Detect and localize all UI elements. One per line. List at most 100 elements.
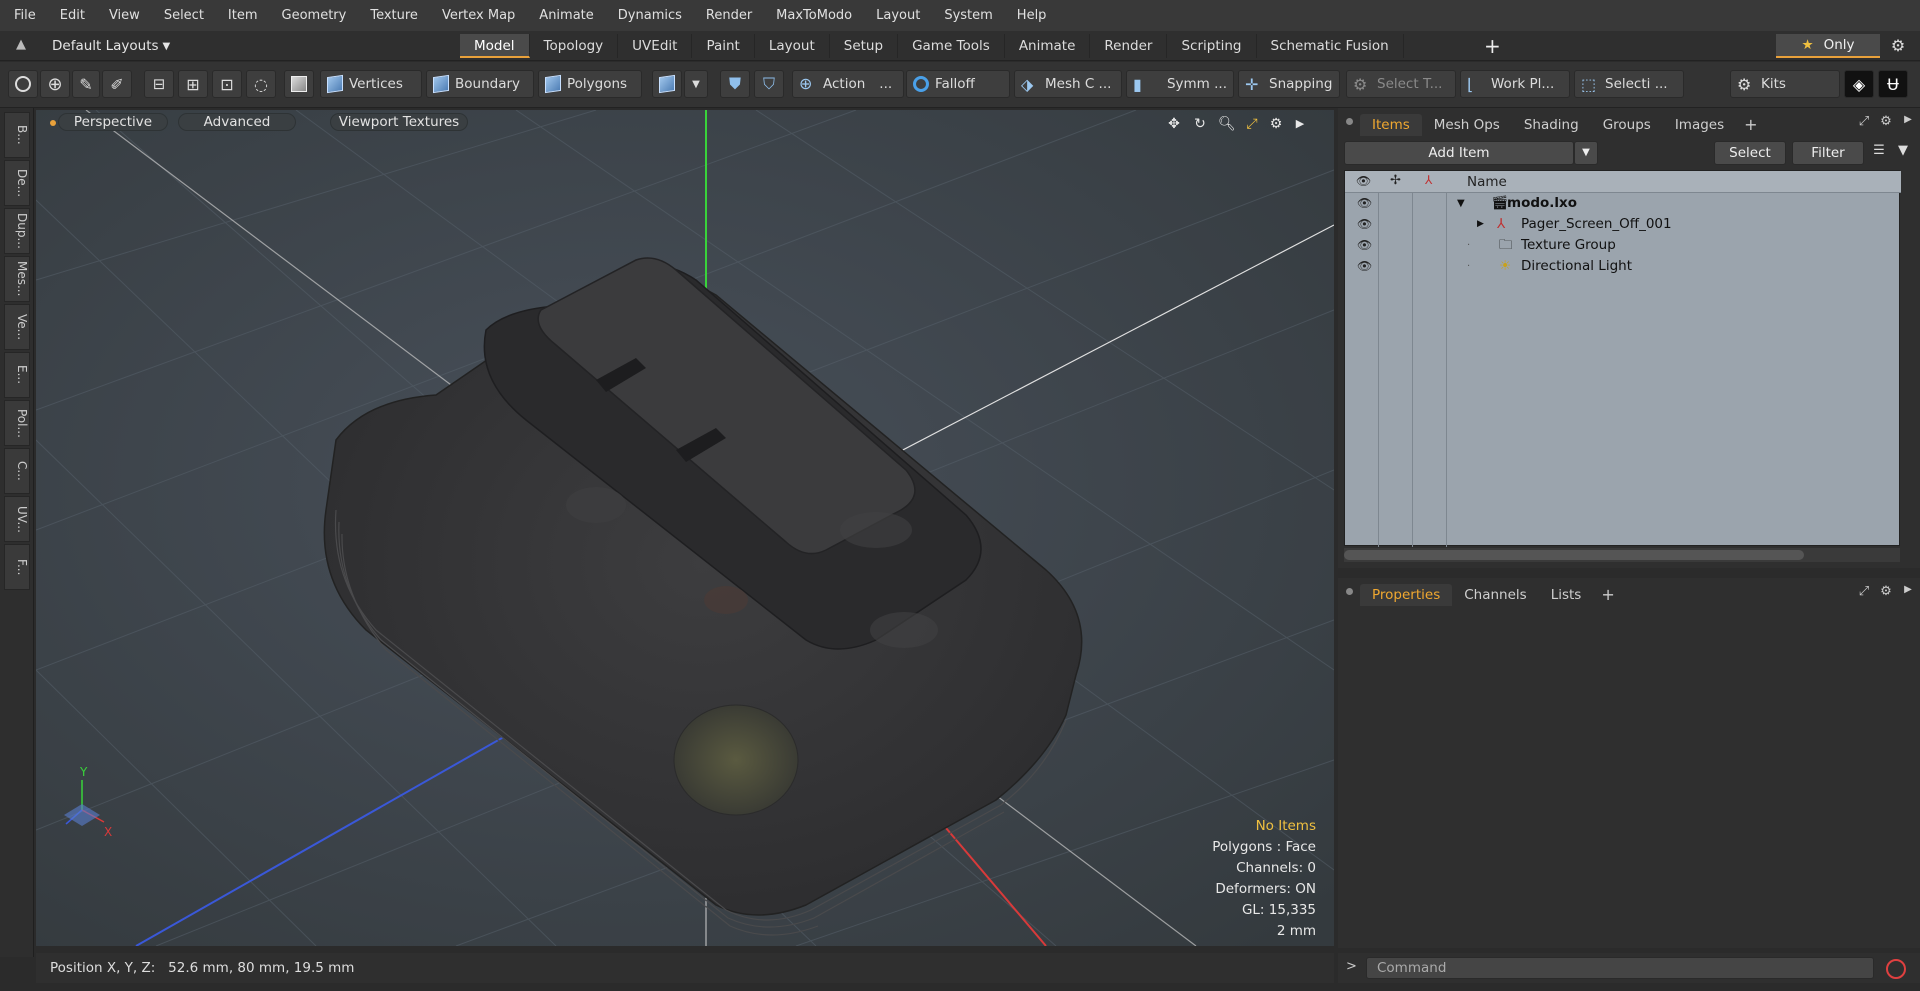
- command-input[interactable]: Command: [1366, 957, 1874, 979]
- brush-tool-button[interactable]: ✐: [102, 70, 132, 98]
- frame-tool-button[interactable]: ⊡: [212, 70, 242, 98]
- tree-row-mesh[interactable]: 👁︎ ▶ ⅄ Pager_Screen_Off_001: [1345, 214, 1901, 235]
- work-plane-button[interactable]: ⌊ Work Pl...: [1460, 70, 1570, 98]
- add-panel-tab-icon[interactable]: +: [1736, 114, 1765, 136]
- globe-button[interactable]: ⊕: [40, 70, 70, 98]
- rotate-view-icon[interactable]: ↻: [1192, 116, 1208, 132]
- filter-button[interactable]: Filter: [1792, 141, 1864, 165]
- mesh-constraint-button[interactable]: ⬗ Mesh C ...: [1014, 70, 1122, 98]
- left-tab-basic[interactable]: B...: [4, 112, 30, 158]
- menu-vertex-map[interactable]: Vertex Map: [430, 8, 527, 23]
- left-tab-deform[interactable]: De...: [4, 160, 30, 206]
- visibility-eye-icon[interactable]: 👁︎: [1357, 259, 1372, 273]
- left-tab-mesh-edit[interactable]: Mes...: [4, 256, 30, 302]
- left-tab-duplicate[interactable]: Dup...: [4, 208, 30, 254]
- name-column-header[interactable]: Name: [1467, 174, 1507, 190]
- 3d-viewport[interactable]: Y X Perspective Advanced Viewport Textur…: [36, 110, 1334, 946]
- symmetry-shield-button[interactable]: ⛊: [720, 70, 750, 98]
- tree-row-texture-group[interactable]: 👁︎ · 🗀 Texture Group: [1345, 235, 1901, 256]
- menu-select[interactable]: Select: [152, 8, 216, 23]
- unity-button[interactable]: ◈: [1844, 70, 1874, 98]
- left-tab-curve[interactable]: C...: [4, 448, 30, 494]
- item-type-header-icon[interactable]: ⅄: [1425, 173, 1432, 187]
- list-options-icon[interactable]: ☰: [1868, 143, 1890, 163]
- unreal-button[interactable]: Ʉ: [1878, 70, 1908, 98]
- visibility-eye-icon[interactable]: 👁︎: [1357, 196, 1372, 210]
- menu-animate[interactable]: Animate: [527, 8, 605, 23]
- tab-uvedit[interactable]: UVEdit: [618, 34, 693, 58]
- symmetry-button[interactable]: ▮ Symm ...: [1126, 70, 1234, 98]
- select-mode-circle-button[interactable]: [8, 70, 38, 98]
- tree-row-directional-light[interactable]: 👁︎ · ☀ Directional Light: [1345, 256, 1901, 277]
- gear-icon[interactable]: ⚙: [1888, 36, 1908, 56]
- tab-game-tools[interactable]: Game Tools: [898, 34, 1005, 58]
- menu-system[interactable]: System: [932, 8, 1004, 23]
- tab-lists[interactable]: Lists: [1539, 584, 1594, 606]
- menu-edit[interactable]: Edit: [48, 8, 97, 23]
- align-tool-button[interactable]: ⊟: [144, 70, 174, 98]
- select-button[interactable]: Select: [1714, 141, 1786, 165]
- left-tab-polygon[interactable]: Pol...: [4, 400, 30, 446]
- item-mode-button[interactable]: [284, 70, 314, 98]
- advanced-dropdown[interactable]: Advanced: [178, 113, 296, 131]
- panel-gear-icon[interactable]: ⚙: [1878, 584, 1894, 600]
- menu-view[interactable]: View: [97, 8, 152, 23]
- selection-sets-button[interactable]: ⬚ Selecti ...: [1574, 70, 1684, 98]
- menu-texture[interactable]: Texture: [358, 8, 430, 23]
- perspective-dropdown[interactable]: Perspective: [58, 113, 168, 131]
- left-tab-edge[interactable]: E...: [4, 352, 30, 398]
- menu-render[interactable]: Render: [694, 8, 764, 23]
- scrollbar-thumb[interactable]: [1344, 550, 1804, 560]
- layout-dropdown[interactable]: Default Layouts ▼: [52, 36, 170, 56]
- expand-triangle-icon[interactable]: ▼: [1457, 193, 1465, 214]
- tab-mesh-ops[interactable]: Mesh Ops: [1422, 114, 1512, 136]
- viewport-gear-icon[interactable]: ⚙: [1268, 116, 1284, 132]
- viewport-textures-dropdown[interactable]: Viewport Textures: [330, 113, 468, 131]
- visibility-eye-icon[interactable]: 👁︎: [1357, 217, 1372, 231]
- tab-paint[interactable]: Paint: [692, 34, 755, 58]
- visibility-eye-icon[interactable]: 👁︎: [1357, 238, 1372, 252]
- kits-button[interactable]: ⚙ Kits: [1730, 70, 1840, 98]
- menu-layout[interactable]: Layout: [864, 8, 932, 23]
- tree-row-scene[interactable]: 👁︎ ▼ 🎬︎ modo.lxo: [1345, 193, 1901, 214]
- eye-header-icon[interactable]: 👁︎: [1356, 174, 1371, 188]
- add-panel-tab-icon[interactable]: +: [1593, 584, 1622, 606]
- tab-animate[interactable]: Animate: [1005, 34, 1091, 58]
- menu-geometry[interactable]: Geometry: [270, 8, 359, 23]
- falloff-button[interactable]: Falloff: [906, 70, 1010, 98]
- tab-setup[interactable]: Setup: [830, 34, 899, 58]
- left-tab-fusion[interactable]: F...: [4, 544, 30, 590]
- sphere-tool-button[interactable]: ◌: [246, 70, 276, 98]
- left-tab-uv[interactable]: UV...: [4, 496, 30, 542]
- panel-arrow-icon[interactable]: ▶: [1900, 114, 1916, 130]
- add-item-dropdown-icon[interactable]: ▼: [1574, 141, 1598, 165]
- tab-topology[interactable]: Topology: [530, 34, 619, 58]
- lock-header-icon[interactable]: ✢: [1390, 173, 1401, 188]
- pen-tool-button[interactable]: ✎: [72, 70, 100, 98]
- tab-render[interactable]: Render: [1090, 34, 1168, 58]
- tab-shading[interactable]: Shading: [1512, 114, 1591, 136]
- menu-file[interactable]: File: [0, 8, 48, 23]
- menu-maxtomodo[interactable]: MaxToModo: [764, 8, 864, 23]
- expand-panel-icon[interactable]: ⤢: [1856, 114, 1872, 130]
- record-icon[interactable]: [1886, 959, 1906, 979]
- add-item-button[interactable]: Add Item: [1344, 141, 1574, 165]
- mode-dropdown-button[interactable]: ▼: [684, 70, 708, 98]
- pivot-shield-button[interactable]: ⛉: [754, 70, 784, 98]
- menu-dynamics[interactable]: Dynamics: [606, 8, 694, 23]
- tab-schematic-fusion[interactable]: Schematic Fusion: [1257, 34, 1404, 58]
- left-tab-vertex[interactable]: Ve...: [4, 304, 30, 350]
- expand-panel-icon[interactable]: ⤢: [1856, 584, 1872, 600]
- maximize-view-icon[interactable]: ⤢: [1244, 116, 1260, 132]
- grid-tool-button[interactable]: ⊞: [178, 70, 208, 98]
- polygons-button[interactable]: Polygons: [538, 70, 642, 98]
- zoom-view-icon[interactable]: 🔍︎: [1218, 116, 1236, 132]
- tab-model[interactable]: Model: [460, 34, 530, 58]
- tab-properties[interactable]: Properties: [1360, 584, 1453, 606]
- tab-layout[interactable]: Layout: [755, 34, 830, 58]
- vertices-button[interactable]: Vertices: [320, 70, 422, 98]
- menu-help[interactable]: Help: [1005, 8, 1059, 23]
- action-center-button[interactable]: ⊕ Action...: [792, 70, 904, 98]
- material-mode-button[interactable]: [652, 70, 682, 98]
- tab-channels[interactable]: Channels: [1452, 584, 1538, 606]
